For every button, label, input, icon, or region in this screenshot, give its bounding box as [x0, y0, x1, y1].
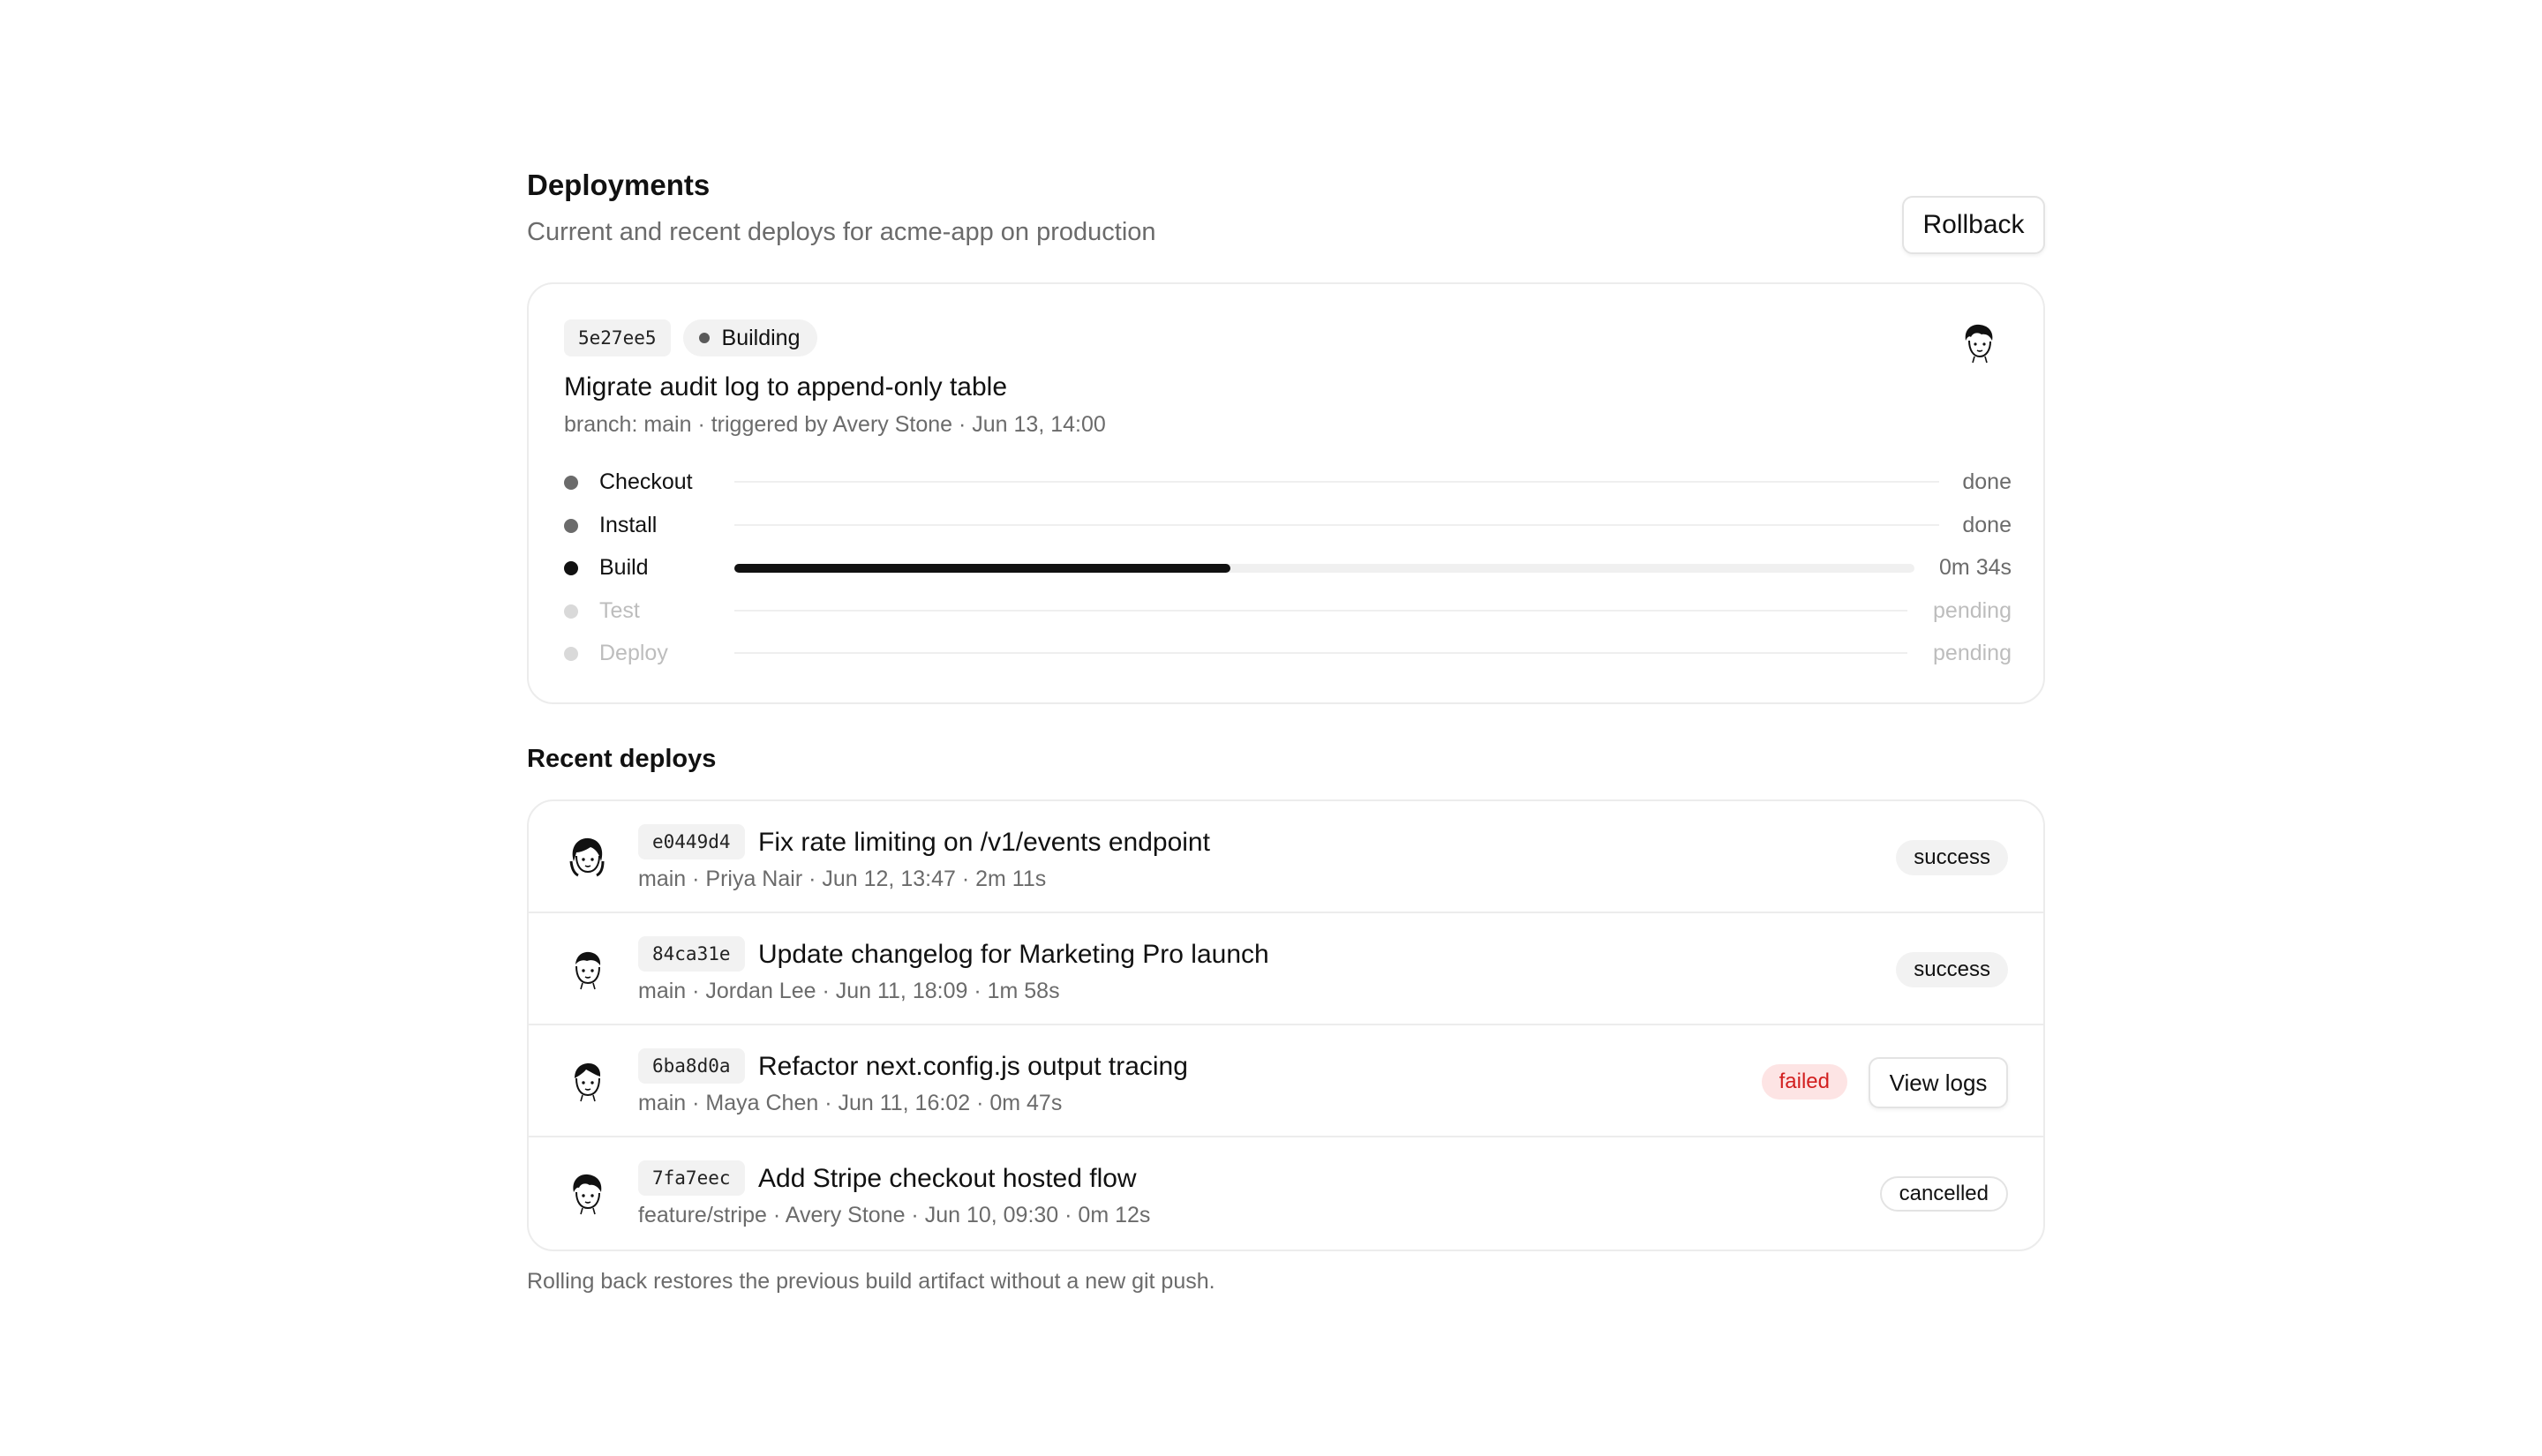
pipeline-steps: Checkout done Install done Build 0m 34s: [564, 461, 2012, 675]
step-build: Build 0m 34s: [564, 546, 2012, 589]
avatar-icon: [573, 1174, 602, 1215]
status-dot-icon: [698, 333, 710, 343]
avatar-icon: [575, 1063, 601, 1102]
list-item[interactable]: 84ca31e Update changelog for Marketing P…: [529, 913, 2043, 1025]
step-label: Install: [599, 512, 658, 537]
avatar-icon: [1965, 324, 1993, 364]
build-progress-bar: [734, 564, 1914, 573]
commit-hash: e0449d4: [638, 824, 745, 859]
commit-meta: branch: main · triggered by Avery Stone …: [564, 412, 1106, 437]
commit-meta: main · Priya Nair · Jun 12, 13:47 · 2m 1…: [638, 867, 1047, 891]
avatar-icon: [569, 837, 605, 877]
build-progress-fill: [734, 564, 1230, 573]
step-line: [734, 523, 1939, 526]
current-deploy-tags: 5e27ee5 Building: [564, 319, 818, 356]
commit-hash: 6ba8d0a: [638, 1048, 745, 1084]
commit-meta: feature/stripe · Avery Stone · Jun 10, 0…: [638, 1203, 1151, 1227]
recent-deploys-heading: Recent deploys: [527, 745, 717, 773]
step-line: [734, 481, 1939, 483]
status-badge: Building: [682, 319, 818, 356]
page-header: Deployments Current and recent deploys f…: [527, 168, 2045, 274]
list-item[interactable]: 6ba8d0a Refactor next.config.js output t…: [529, 1025, 2043, 1137]
commit-message: Migrate audit log to append-only table: [564, 372, 1008, 402]
commit-message: Fix rate limiting on /v1/events endpoint: [758, 828, 1210, 857]
avatar-icon: [575, 951, 601, 990]
step-label: Build: [599, 555, 649, 580]
page-title: Deployments: [527, 169, 711, 201]
commit-meta: main · Jordan Lee · Jun 11, 18:09 · 1m 5…: [638, 979, 1060, 1003]
commit-message: Refactor next.config.js output tracing: [758, 1052, 1188, 1081]
list-item[interactable]: e0449d4 Fix rate limiting on /v1/events …: [529, 801, 2043, 913]
step-dot-icon: [564, 476, 578, 490]
step-status: pending: [1933, 641, 2012, 665]
step-deploy: Deploy pending: [564, 632, 2012, 675]
step-label: Checkout: [599, 469, 693, 494]
current-deploy-card: 5e27ee5 Building Migrate audit log to ap…: [527, 282, 2045, 704]
commit-hash: 7fa7eec: [638, 1160, 745, 1196]
status-badge: success: [1896, 840, 2008, 875]
status-badge: cancelled: [1879, 1176, 2008, 1212]
step-status: pending: [1933, 597, 2012, 623]
step-label: Test: [599, 597, 640, 623]
list-item[interactable]: 7fa7eec Add Stripe checkout hosted flow …: [529, 1137, 2043, 1250]
footnote: Rolling back restores the previous build…: [527, 1269, 1215, 1294]
step-dot-icon: [564, 647, 578, 661]
step-dot-icon: [564, 604, 578, 619]
step-label: Deploy: [599, 641, 668, 665]
step-test: Test pending: [564, 589, 2012, 633]
step-checkout: Checkout done: [564, 461, 2012, 504]
step-status: done: [1962, 512, 2012, 537]
commit-hash: 5e27ee5: [564, 319, 671, 356]
recent-deploys-list: e0449d4 Fix rate limiting on /v1/events …: [527, 799, 2045, 1251]
status-badge: success: [1896, 952, 2008, 987]
step-install: Install done: [564, 504, 2012, 547]
step-status: 0m 34s: [1939, 555, 2012, 580]
status-badge: failed: [1761, 1064, 1847, 1100]
step-status: done: [1962, 469, 2012, 494]
step-line: [734, 609, 1907, 612]
step-line: [734, 652, 1907, 654]
commit-message: Add Stripe checkout hosted flow: [758, 1164, 1137, 1193]
commit-message: Update changelog for Marketing Pro launc…: [758, 940, 1269, 969]
status-label: Building: [721, 325, 801, 350]
page-subtitle: Current and recent deploys for acme-app …: [527, 218, 1156, 246]
step-dot-icon: [564, 561, 578, 575]
step-dot-icon: [564, 518, 578, 533]
view-logs-button[interactable]: View logs: [1869, 1057, 2008, 1108]
commit-hash: 84ca31e: [638, 936, 745, 972]
deployments-panel: Deployments Current and recent deploys f…: [527, 168, 2045, 1294]
rollback-button[interactable]: Rollback: [1902, 196, 2045, 254]
commit-meta: main · Maya Chen · Jun 11, 16:02 · 0m 47…: [638, 1091, 1063, 1115]
